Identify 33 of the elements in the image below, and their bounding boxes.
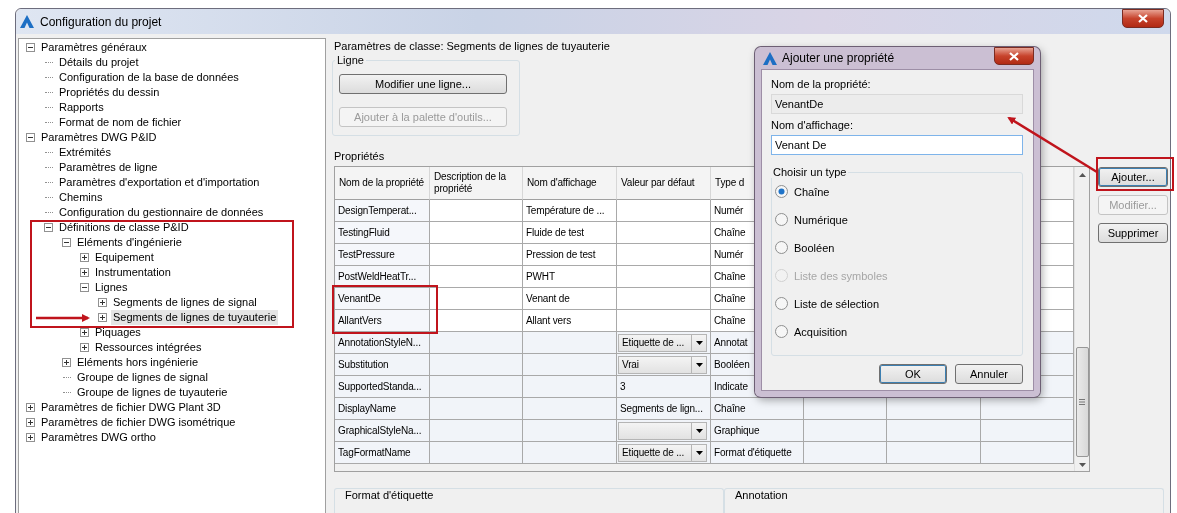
table-cell: SupportedStanda...: [335, 376, 430, 398]
table-cell: Fluide de test: [523, 222, 617, 244]
table-cell: Graphique: [711, 420, 804, 442]
field-label: Nom d'affichage:: [771, 119, 854, 131]
dialog-title: Ajouter une propriété: [782, 51, 896, 65]
table-cell: AnnotationStyleN...: [335, 332, 430, 354]
table-cell: TestingFluid: [335, 222, 430, 244]
table-cell: AllantVers: [335, 310, 430, 332]
group-label: Choisir un type: [772, 166, 848, 178]
table-cell: TagFormatName: [335, 442, 430, 464]
section-title: Paramètres de classe: Segments de lignes de tuyauterie: [333, 40, 610, 52]
field-label: Nom de la propriété:: [771, 78, 872, 90]
table-cell: GraphicalStyleNa...: [335, 420, 430, 442]
table-cell: PWHT: [523, 266, 617, 288]
window-title: Configuration du projet: [40, 14, 163, 29]
table-cell: Substitution: [335, 354, 430, 376]
table-cell: 3: [617, 376, 711, 398]
table-cell: Format d'étiquette: [711, 442, 804, 464]
table-cell: DesignTemperat...: [335, 200, 430, 222]
group-label: Annotation: [733, 489, 790, 501]
table-cell: Pression de test: [523, 244, 617, 266]
table-cell: Segments de lign...: [617, 398, 711, 420]
group-label: Propriétés: [333, 150, 385, 162]
table-cell: Allant vers: [523, 310, 617, 332]
group-label: Ligne: [336, 54, 365, 66]
table-cell: Chaîne: [711, 398, 804, 420]
table-cell: TestPressure: [335, 244, 430, 266]
table-cell: PostWeldHeatTr...: [335, 266, 430, 288]
table-cell: VenantDe: [335, 288, 430, 310]
table-cell: Venant de: [523, 288, 617, 310]
table-cell: DisplayName: [335, 398, 430, 420]
group-label: Format d'étiquette: [343, 489, 436, 501]
table-cell: Température de ...: [523, 200, 617, 222]
